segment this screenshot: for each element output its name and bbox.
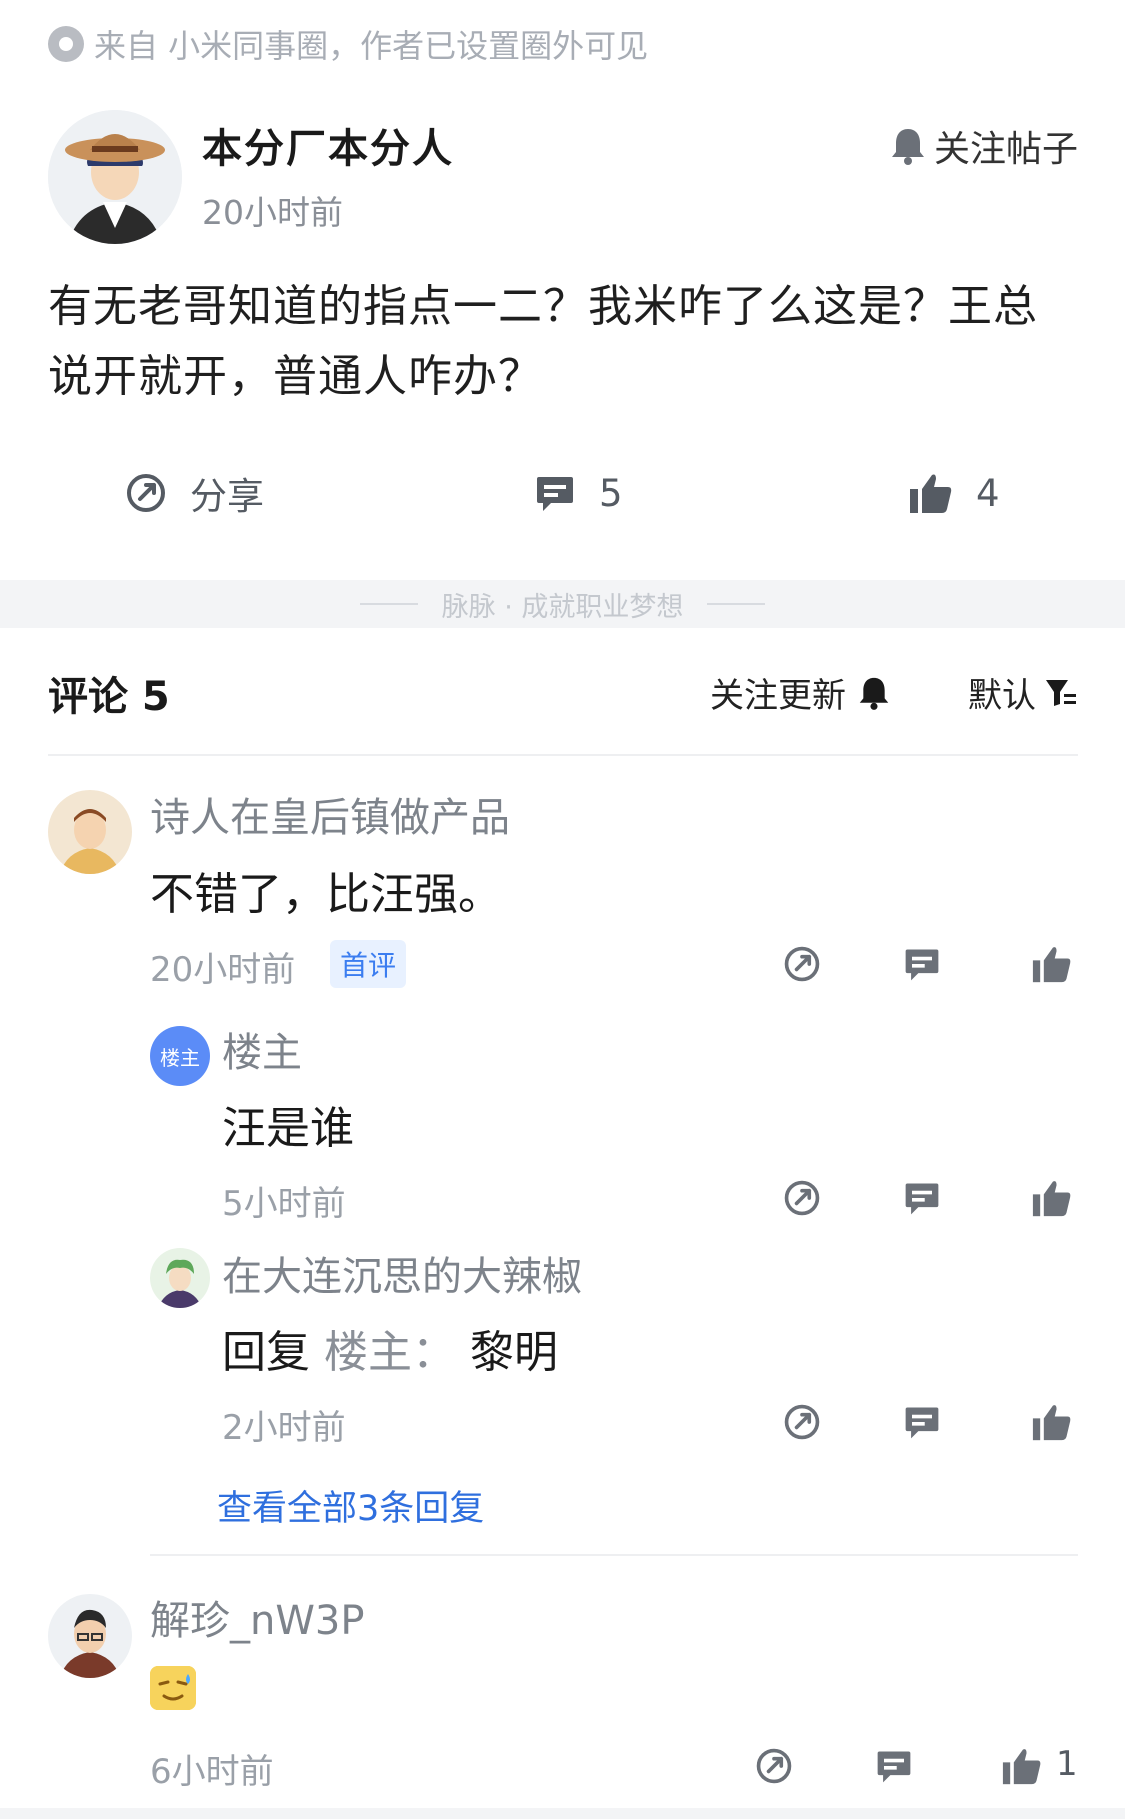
commenter-name[interactable]: 解珍_nW3P: [150, 1588, 364, 1646]
post-actions: 分享 5 4: [0, 458, 1125, 528]
brand-tagline: 脉脉 · 成就职业梦想: [441, 591, 684, 623]
reply-time: 2小时前: [222, 1408, 346, 1448]
owner-avatar[interactable]: 楼主: [150, 1026, 210, 1086]
comment-text: 不错了，比汪强。: [150, 869, 502, 920]
comment-icon[interactable]: [898, 1174, 946, 1222]
share-icon[interactable]: [750, 1742, 798, 1790]
bottom-band: [0, 1808, 1125, 1819]
bell-icon: [891, 129, 924, 165]
share-icon: [127, 474, 165, 512]
comment-icon: [537, 477, 573, 511]
comments-title: 评论 5: [48, 674, 170, 720]
reply-time: 5小时前: [222, 1184, 346, 1224]
sort-label: 默认: [968, 676, 1036, 716]
divider-line: [707, 603, 766, 605]
first-comment-badge: 首评: [330, 940, 407, 988]
comment-time: 6小时前: [150, 1752, 274, 1792]
commenter-avatar[interactable]: [48, 790, 132, 874]
thumbs-up-icon[interactable]: [998, 1742, 1046, 1790]
comment-icon[interactable]: [898, 1398, 946, 1446]
like-count: 1: [1056, 1744, 1078, 1784]
reply-target[interactable]: 楼主：: [324, 1327, 456, 1378]
reply-author-name[interactable]: 在大连沉思的大辣椒: [222, 1244, 582, 1302]
filter-icon: [1046, 679, 1076, 706]
circle-dot-icon: [48, 26, 84, 62]
share-label: 分享: [190, 475, 264, 518]
comments-header: 评论 5 关注更新 默认: [48, 660, 1078, 730]
follow-post-label: 关注帖子: [933, 129, 1078, 170]
divider-line: [359, 603, 418, 605]
source-text: 来自 小米同事圈，作者已设置圈外可见: [94, 27, 649, 65]
reply-author-name[interactable]: 楼主: [222, 1020, 302, 1078]
divider: [150, 1554, 1078, 1556]
thumbs-up-icon[interactable]: [1028, 1398, 1076, 1446]
follow-updates-label: 关注更新: [710, 676, 846, 716]
post-content: 有无老哥知道的指点一二？我米咋了么这是？王总说开就开，普通人咋办？: [48, 281, 1038, 402]
thumbs-up-icon[interactable]: [1028, 940, 1076, 988]
comment-icon[interactable]: [898, 940, 946, 988]
source-bar[interactable]: 来自 小米同事圈，作者已设置圈外可见: [48, 22, 648, 66]
like-count: 4: [976, 471, 1000, 515]
reply-author-avatar[interactable]: [150, 1248, 210, 1308]
post-header: 本分厂本分人 20小时前 关注帖子: [48, 110, 1078, 244]
commenter-avatar[interactable]: [48, 1594, 132, 1678]
share-button[interactable]: 分享: [124, 458, 264, 528]
follow-post-button[interactable]: 关注帖子: [890, 120, 1078, 172]
sort-dropdown[interactable]: 默认: [968, 668, 1078, 717]
like-button[interactable]: 4: [908, 458, 1000, 528]
post-time: 20小时前: [202, 193, 343, 232]
follow-updates-button[interactable]: 关注更新: [710, 668, 890, 717]
thumbs-up-icon: [910, 474, 952, 513]
author-avatar[interactable]: [48, 110, 182, 244]
bell-icon: [859, 677, 889, 710]
share-icon[interactable]: [778, 1398, 826, 1446]
author-name[interactable]: 本分厂本分人: [202, 116, 454, 174]
reply-text: 回复 楼主： 黎明: [222, 1316, 558, 1380]
commenter-name[interactable]: 诗人在皇后镇做产品: [150, 785, 510, 843]
comment-count: 5: [599, 471, 623, 515]
brand-tagline-band: 脉脉 · 成就职业梦想: [0, 580, 1125, 628]
sweat-smile-emoji: [150, 1666, 196, 1710]
comment-icon[interactable]: [870, 1742, 918, 1790]
reply-text: 汪是谁: [222, 1103, 354, 1154]
reply-prefix: 回复: [222, 1327, 310, 1378]
view-all-replies-link[interactable]: 查看全部3条回复: [217, 1480, 484, 1531]
comment-time: 20小时前: [150, 950, 296, 990]
comment-button[interactable]: 5: [533, 458, 623, 528]
share-icon[interactable]: [778, 940, 826, 988]
divider: [48, 754, 1078, 756]
share-icon[interactable]: [778, 1174, 826, 1222]
thumbs-up-icon[interactable]: [1028, 1174, 1076, 1222]
reply-body: 黎明: [470, 1327, 558, 1378]
